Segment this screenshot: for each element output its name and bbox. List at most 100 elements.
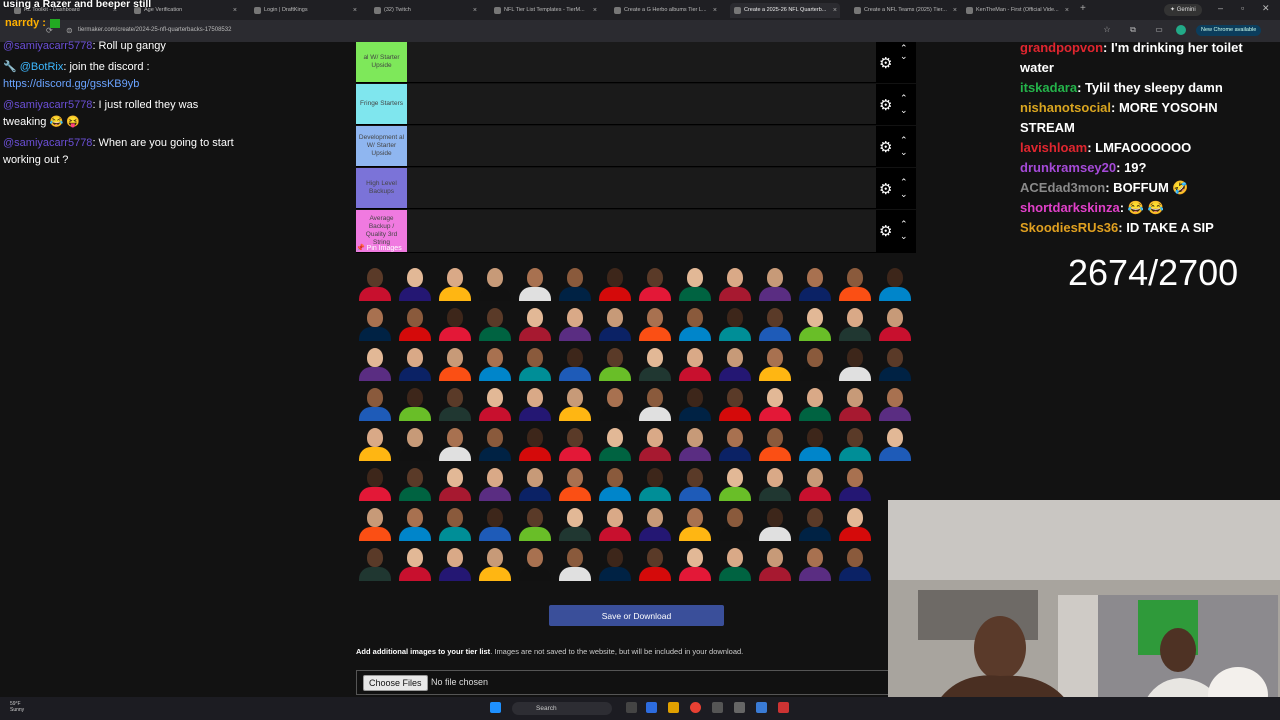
chevron-down-icon[interactable]: ⌄	[900, 106, 908, 115]
player-image[interactable]	[716, 423, 754, 461]
player-image[interactable]	[436, 463, 474, 501]
player-image[interactable]	[516, 343, 554, 381]
tab-close-icon[interactable]: ×	[1065, 3, 1069, 18]
browser-tab[interactable]: KenTheMan - First (Official Vide... ×	[962, 3, 1072, 18]
player-image[interactable]	[556, 343, 594, 381]
player-image[interactable]	[636, 543, 674, 581]
player-image[interactable]	[796, 503, 834, 541]
gear-icon[interactable]: ⚙	[879, 96, 892, 114]
player-image[interactable]	[676, 503, 714, 541]
tier-label[interactable]: Development al W/ Starter Upside	[356, 126, 407, 166]
player-image[interactable]	[756, 383, 794, 421]
player-image[interactable]	[356, 463, 394, 501]
browser-tab[interactable]: (32) Twitch ×	[370, 3, 480, 18]
site-info-icon[interactable]: ⊜	[66, 26, 73, 35]
player-image[interactable]	[836, 383, 874, 421]
player-image[interactable]	[356, 383, 394, 421]
player-image[interactable]	[436, 263, 474, 301]
player-image[interactable]	[716, 263, 754, 301]
tab-close-icon[interactable]: ×	[233, 3, 237, 18]
browser-tab[interactable]: Create a G Herbo albums Tier L... ×	[610, 3, 720, 18]
player-image[interactable]	[476, 303, 514, 341]
player-image[interactable]	[796, 263, 834, 301]
player-image[interactable]	[636, 503, 674, 541]
player-image[interactable]	[516, 263, 554, 301]
player-image[interactable]	[396, 343, 434, 381]
player-image[interactable]	[436, 543, 474, 581]
player-image[interactable]	[396, 303, 434, 341]
player-image[interactable]	[676, 343, 714, 381]
taskbar-search[interactable]: Search	[512, 702, 612, 715]
player-image[interactable]	[716, 343, 754, 381]
settings-icon[interactable]	[734, 702, 745, 713]
player-image[interactable]	[396, 543, 434, 581]
player-image[interactable]	[356, 343, 394, 381]
player-image[interactable]	[756, 503, 794, 541]
url-field[interactable]: tiermaker.com/create/2024-25-nfl-quarter…	[78, 27, 231, 33]
player-image[interactable]	[796, 463, 834, 501]
player-image[interactable]	[476, 263, 514, 301]
player-image[interactable]	[476, 343, 514, 381]
player-image[interactable]	[596, 463, 634, 501]
tab-close-icon[interactable]: ×	[473, 3, 477, 18]
player-image[interactable]	[836, 503, 874, 541]
player-image[interactable]	[756, 463, 794, 501]
player-image[interactable]	[556, 543, 594, 581]
player-image[interactable]	[636, 423, 674, 461]
player-image[interactable]	[396, 503, 434, 541]
player-image[interactable]	[636, 263, 674, 301]
chevron-down-icon[interactable]: ⌄	[900, 148, 908, 157]
player-image[interactable]	[436, 343, 474, 381]
player-image[interactable]	[396, 263, 434, 301]
player-image[interactable]	[836, 423, 874, 461]
tab-close-icon[interactable]: ×	[353, 3, 357, 18]
player-image[interactable]	[516, 303, 554, 341]
chevron-down-icon[interactable]: ⌄	[900, 232, 908, 241]
player-image[interactable]	[676, 543, 714, 581]
chevron-up-icon[interactable]: ⌃	[900, 178, 908, 187]
player-image[interactable]	[596, 503, 634, 541]
player-image[interactable]	[596, 263, 634, 301]
tier-label[interactable]: al W/ Starter Upside	[356, 42, 407, 82]
player-image[interactable]	[876, 423, 914, 461]
new-chrome-available-button[interactable]: New Chrome available	[1196, 25, 1262, 36]
player-image[interactable]	[476, 423, 514, 461]
edge-icon[interactable]	[646, 702, 657, 713]
player-image[interactable]	[516, 463, 554, 501]
player-image[interactable]	[796, 303, 834, 341]
choose-files-button[interactable]: Choose Files	[363, 675, 428, 691]
player-image[interactable]	[596, 343, 634, 381]
chevron-down-icon[interactable]: ⌄	[900, 190, 908, 199]
tier-row[interactable]: Development al W/ Starter Upside ⚙ ⌃ ⌄	[356, 126, 916, 167]
player-image[interactable]	[396, 383, 434, 421]
player-image[interactable]	[516, 423, 554, 461]
player-image[interactable]	[476, 383, 514, 421]
tier-row[interactable]: al W/ Starter Upside ⚙ ⌃ ⌄	[356, 42, 916, 83]
player-image[interactable]	[396, 463, 434, 501]
chevron-down-icon[interactable]: ⌄	[900, 52, 908, 61]
player-image[interactable]	[556, 383, 594, 421]
player-image[interactable]	[596, 543, 634, 581]
tier-row[interactable]: Fringe Starters ⚙ ⌃ ⌄	[356, 84, 916, 125]
browser-tab[interactable]: NFL Tier List Templates - TierM... ×	[490, 3, 600, 18]
store-icon[interactable]	[712, 702, 723, 713]
player-image[interactable]	[836, 303, 874, 341]
player-image[interactable]	[796, 343, 834, 381]
tier-row[interactable]: High Level Backups ⚙ ⌃ ⌄	[356, 168, 916, 209]
profile-avatar[interactable]	[1176, 25, 1186, 35]
player-image[interactable]	[356, 303, 394, 341]
tier-label[interactable]: Fringe Starters	[356, 84, 407, 124]
gear-icon[interactable]: ⚙	[879, 138, 892, 156]
minimize-icon[interactable]: –	[1218, 3, 1223, 13]
close-window-icon[interactable]: ✕	[1262, 3, 1270, 14]
new-tab-button[interactable]: +	[1080, 3, 1086, 14]
player-image[interactable]	[476, 543, 514, 581]
player-image[interactable]	[716, 503, 754, 541]
player-image[interactable]	[436, 383, 474, 421]
chevron-up-icon[interactable]: ⌃	[900, 94, 908, 103]
player-image[interactable]	[676, 423, 714, 461]
player-image[interactable]	[836, 343, 874, 381]
player-image[interactable]	[796, 543, 834, 581]
gemini-button[interactable]: ✦ Gemini	[1164, 4, 1202, 16]
player-image[interactable]	[516, 543, 554, 581]
